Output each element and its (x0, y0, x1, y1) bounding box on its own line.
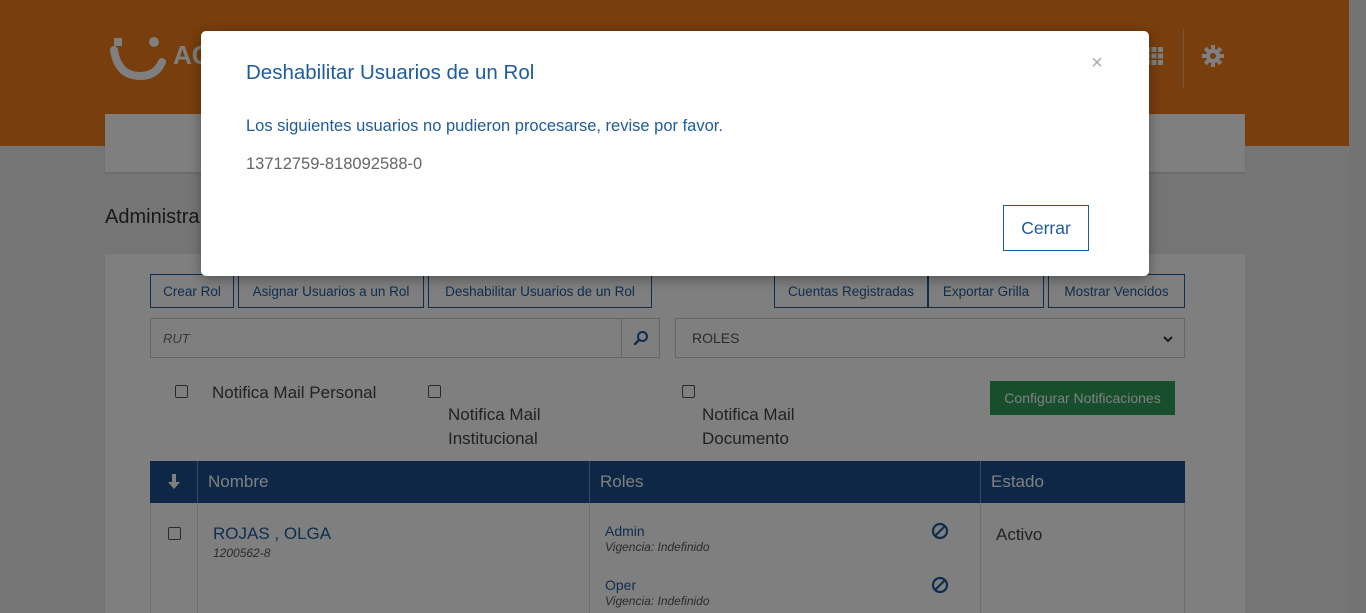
close-icon[interactable]: × (1090, 53, 1104, 73)
deshabilitar-usuarios-modal: Deshabilitar Usuarios de un Rol × Los si… (201, 31, 1149, 276)
modal-title: Deshabilitar Usuarios de un Rol (246, 61, 535, 84)
modal-message: Los siguientes usuarios no pudieron proc… (246, 117, 723, 135)
cerrar-button[interactable]: Cerrar (1003, 205, 1089, 251)
failed-user-rut: 13712759-818092588-0 (246, 155, 423, 173)
